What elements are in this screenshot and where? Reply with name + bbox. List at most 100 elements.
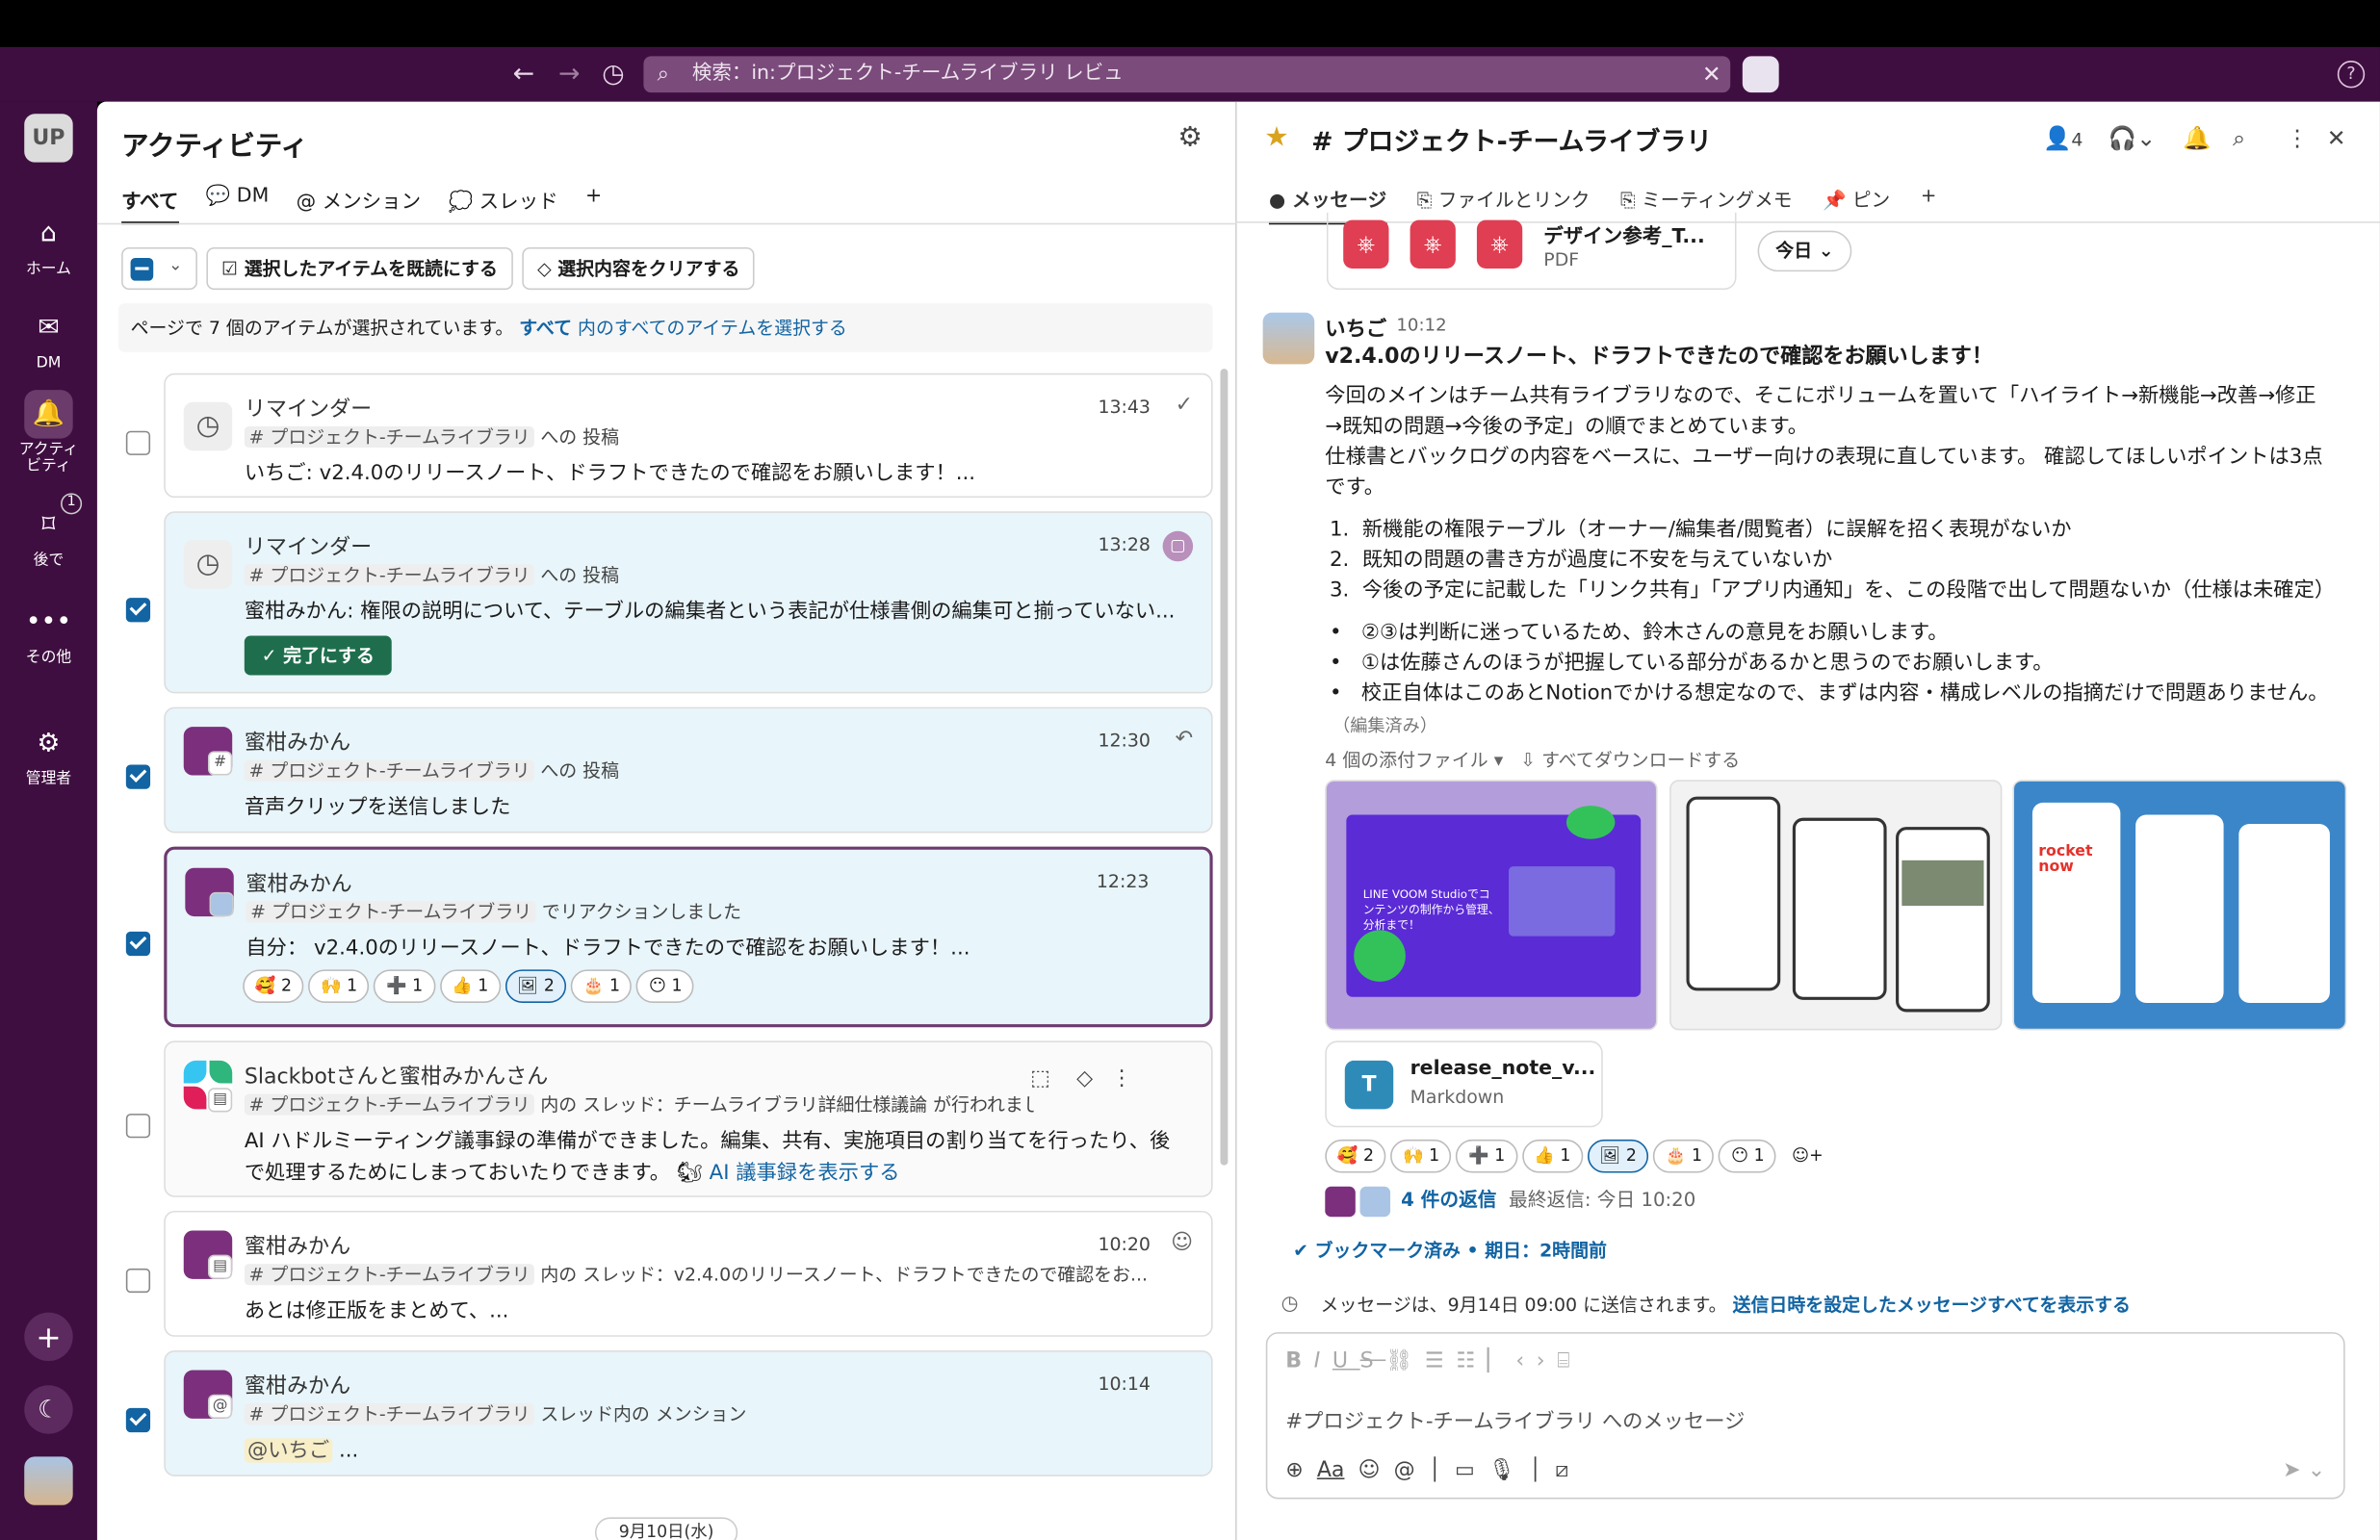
reaction-pill[interactable]: 🙌 1 [308, 969, 370, 1004]
close-icon[interactable]: ✕ [2327, 124, 2346, 151]
back-arrow-icon[interactable]: ← [507, 59, 541, 90]
reaction-pill[interactable]: 🖼 2 [1587, 1139, 1649, 1173]
composer-placeholder[interactable]: #プロジェクト-チームライブラリ へのメッセージ [1285, 1403, 1745, 1433]
bullet-list-icon[interactable]: ☷ [1456, 1348, 1487, 1373]
forward-arrow-icon[interactable]: → [553, 59, 586, 90]
star-icon[interactable]: ★ [1264, 121, 1288, 153]
emoji-icon[interactable]: ☺ [1358, 1458, 1380, 1482]
activity-item[interactable]: # 蜜柑みかん 12:30 ↶ # プロジェクト-チームライブラリ への 投稿 … [164, 706, 1213, 834]
image-attachment[interactable] [1669, 780, 2003, 1031]
message-time[interactable]: 10:12 [1396, 314, 1446, 335]
mention-icon[interactable]: @ [1394, 1458, 1415, 1482]
rail-admin[interactable]: ⚙ 管理者 [0, 719, 97, 787]
date-pill[interactable]: 今日 ⌄ [1757, 230, 1852, 272]
reaction-pill[interactable]: 😶 1 [636, 969, 695, 1004]
download-all-link[interactable]: すべてダウンロードする [1541, 750, 1740, 771]
add-reaction-icon[interactable]: ☺+ [1780, 1141, 1834, 1175]
tab-pins[interactable]: 📌 ピン [1823, 184, 1890, 225]
activity-item[interactable]: ▤ Slackbotさんと蜜柑みかんさん ⬚ ◇ ⋮ # プロジェクト-チームラ… [164, 1040, 1213, 1197]
send-button[interactable]: ➤ ⌄ [2283, 1458, 2325, 1482]
rail-more[interactable]: ••• その他 [0, 598, 97, 666]
chevron-down-icon[interactable]: ⌄ [2308, 1458, 2325, 1482]
item-checkbox[interactable] [125, 1407, 151, 1433]
item-checkbox[interactable] [125, 598, 151, 623]
more-vertical-icon[interactable]: ⋮ [1111, 1066, 1132, 1091]
ordered-list-icon[interactable]: ☰ [1425, 1348, 1456, 1373]
reaction-pill[interactable]: 🙌 1 [1390, 1139, 1452, 1173]
channel-tag[interactable]: # プロジェクト-チームライブラリ [244, 1264, 535, 1286]
notification-bell-icon[interactable]: 🔔 [2183, 124, 2211, 151]
reaction-pill[interactable]: 🥰 2 [243, 969, 304, 1004]
more-vertical-icon[interactable]: ⋮ [2286, 124, 2309, 151]
mention-tag[interactable]: @いちご [244, 1438, 333, 1463]
microphone-icon[interactable]: 🎙 [1488, 1458, 1515, 1482]
bold-icon[interactable]: B [1285, 1348, 1313, 1373]
link-icon[interactable]: ⛓ [1385, 1348, 1425, 1373]
channel-tag[interactable]: # プロジェクト-チームライブラリ [244, 1403, 535, 1425]
bulk-select-checkbox[interactable]: ⌄ [121, 246, 197, 291]
reaction-pill[interactable]: 😶 1 [1719, 1139, 1777, 1173]
code-icon[interactable]: ‹› [1515, 1348, 1557, 1373]
activity-item[interactable]: ◷ リマインダー 13:28 ▢ # プロジェクト-チームライブラリ への 投稿… [164, 511, 1213, 694]
format-toggle-icon[interactable]: Aa [1317, 1458, 1345, 1482]
channel-tag[interactable]: # プロジェクト-チームライブラリ [244, 564, 535, 586]
channel-tag[interactable]: # プロジェクト-チームライブラリ [244, 1093, 535, 1116]
tab-all[interactable]: すべて [121, 185, 179, 225]
settings-gear-icon[interactable]: ⚙ [1177, 121, 1202, 153]
reaction-pill[interactable]: 🥰 2 [1325, 1139, 1386, 1173]
strike-icon[interactable]: S [1360, 1348, 1386, 1373]
attachment-count[interactable]: 4 個の添付ファイル [1325, 750, 1488, 771]
rail-later[interactable]: ⌑ 後で [0, 500, 97, 569]
channel-tag[interactable]: # プロジェクト-チームライブラリ [244, 759, 535, 782]
huddle-headphones-icon[interactable]: 🎧⌄ [2108, 124, 2156, 151]
check-icon[interactable]: ✓ [1176, 393, 1193, 417]
reaction-pill[interactable]: 🎂 1 [1653, 1139, 1715, 1173]
emoji-icon[interactable]: ☺ [1171, 1230, 1193, 1254]
scrollbar[interactable] [1220, 369, 1229, 1166]
quote-icon[interactable]: ▏ [1488, 1348, 1516, 1373]
reply-arrow-icon[interactable]: ↶ [1176, 727, 1193, 751]
italic-icon[interactable]: I [1314, 1348, 1332, 1373]
thread-replies[interactable]: 4 件の返信 最終返信: 今日 10:20 [1325, 1184, 1695, 1217]
mark-read-button[interactable]: ☑ 選択したアイテムを既読にする [206, 246, 513, 291]
search-icon[interactable]: ⌕ [2233, 124, 2245, 151]
eraser-icon[interactable]: ◇ [1076, 1066, 1093, 1091]
help-icon[interactable]: ? [2337, 61, 2366, 89]
item-checkbox[interactable] [125, 1114, 151, 1139]
reaction-pill[interactable]: 👍 1 [439, 969, 501, 1004]
slash-command-icon[interactable]: ⧄ [1555, 1458, 1568, 1482]
tab-mentions[interactable]: @ メンション [297, 185, 422, 224]
add-workspace-button[interactable]: + [24, 1312, 73, 1362]
underline-icon[interactable]: U [1332, 1348, 1360, 1373]
rail-home[interactable]: ⌂ ホーム [0, 210, 97, 277]
rail-dm[interactable]: ✉ DM [0, 303, 97, 372]
user-avatar[interactable] [24, 1456, 73, 1505]
bookmark-status[interactable]: ✔ ブックマーク済み • 期日：2時間前 [1293, 1237, 1607, 1263]
channel-tag[interactable]: # プロジェクト-チームライブラリ [244, 425, 535, 449]
tab-threads[interactable]: 💭 スレッド [449, 185, 558, 224]
select-all-link-text[interactable]: 内のすべてのアイテムを選択する [578, 317, 847, 338]
author-avatar[interactable] [1262, 312, 1315, 365]
activity-item[interactable]: 蜜柑みかん 12:23 # プロジェクト-チームライブラリ でリアクションしまし… [164, 846, 1213, 1028]
mark-unread-icon[interactable]: ⬚ [1030, 1066, 1050, 1091]
video-icon[interactable]: ▭ [1455, 1458, 1475, 1482]
markdown-attachment[interactable]: T release_note_v... Markdown [1325, 1040, 1603, 1128]
clear-selection-button[interactable]: ◇ 選択内容をクリアする [522, 246, 756, 291]
workspace-icon[interactable]: UP [24, 114, 73, 163]
add-tab-button[interactable]: + [1921, 184, 1937, 225]
item-checkbox[interactable] [125, 764, 151, 789]
reply-count-link[interactable]: 4 件の返信 [1401, 1188, 1496, 1211]
search-input[interactable]: ⌕ 検索：in:プロジェクト-チームライブラリ レビュ ✕ [643, 56, 1731, 93]
reaction-pill[interactable]: ➕ 1 [374, 969, 435, 1004]
scheduled-link[interactable]: 送信日時を設定したメッセージすべてを表示する [1733, 1295, 2131, 1316]
clear-search-icon[interactable]: ✕ [1702, 56, 1721, 92]
members-button[interactable]: 👤4 [2043, 124, 2083, 151]
date-divider[interactable]: 9月10日(水) [594, 1517, 738, 1540]
channel-title[interactable]: # プロジェクト-チームライブラリ [1311, 120, 1712, 158]
code-block-icon[interactable]: ⌸ [1557, 1348, 1582, 1373]
message-composer[interactable]: BIUS⛓☰☷▏‹›⌸ #プロジェクト-チームライブラリ へのメッセージ ⊕ A… [1265, 1332, 2345, 1500]
activity-item[interactable]: ◷ リマインダー 13:43 ✓ # プロジェクト-チームライブラリ への 投稿… [164, 372, 1213, 499]
moon-icon[interactable]: ☾ [24, 1385, 73, 1434]
item-checkbox[interactable] [125, 931, 151, 957]
author-name[interactable]: いちご [1325, 311, 1386, 341]
